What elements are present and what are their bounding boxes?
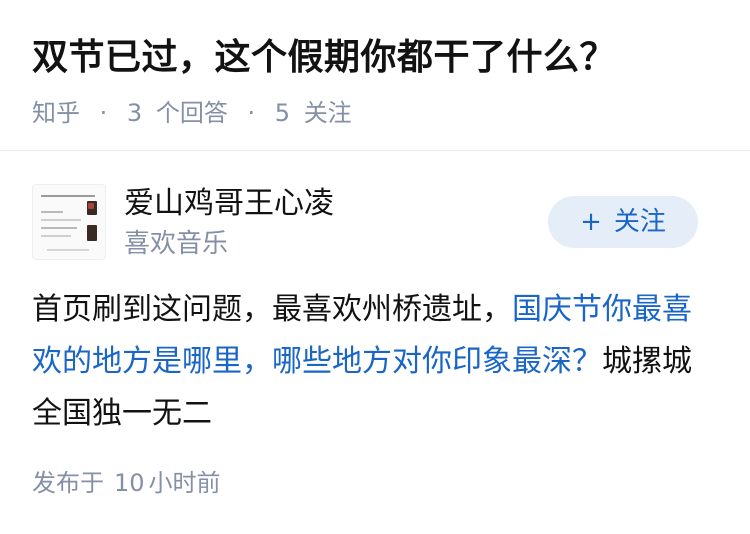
answer-count-label: 个回答 <box>155 99 228 127</box>
question-title[interactable]: 双节已过，这个假期你都干了什么？ <box>32 30 722 86</box>
publish-time-unit: 小时前 <box>148 469 221 497</box>
avatar[interactable] <box>32 184 106 260</box>
follower-count: 5 <box>274 99 291 127</box>
meta-separator: · <box>99 99 108 127</box>
follow-button-label: 关注 <box>613 207 666 237</box>
publish-time-prefix: 发布于 <box>32 469 104 497</box>
question-meta: 知乎 · 3 个回答 · 5 关注 <box>32 96 722 130</box>
section-divider <box>0 150 750 151</box>
author-bio: 喜欢音乐 <box>124 229 229 259</box>
meta-separator: · <box>247 99 256 127</box>
answer-count: 3 <box>126 99 143 127</box>
publish-time-number: 10 <box>114 469 145 497</box>
follow-button[interactable]: + 关注 <box>548 196 698 248</box>
plus-icon: + <box>580 207 602 237</box>
author-name[interactable]: 爱山鸡哥王心凌 <box>124 184 334 224</box>
question-header: 双节已过，这个假期你都干了什么？ 知乎 · 3 个回答 · 5 关注 <box>32 30 722 130</box>
answer-text: 首页刷到这问题，最喜欢州桥遗址， <box>32 292 512 327</box>
publish-time: 发布于 10 小时前 <box>32 466 221 500</box>
answer-content: 首页刷到这问题，最喜欢州桥遗址，国庆节你最喜欢的地方是哪里，哪些地方对你印象最深… <box>32 284 718 440</box>
source-label[interactable]: 知乎 <box>32 99 80 127</box>
author-info: 爱山鸡哥王心凌 喜欢音乐 + 关注 <box>32 182 718 262</box>
follower-count-label: 关注 <box>303 99 352 127</box>
